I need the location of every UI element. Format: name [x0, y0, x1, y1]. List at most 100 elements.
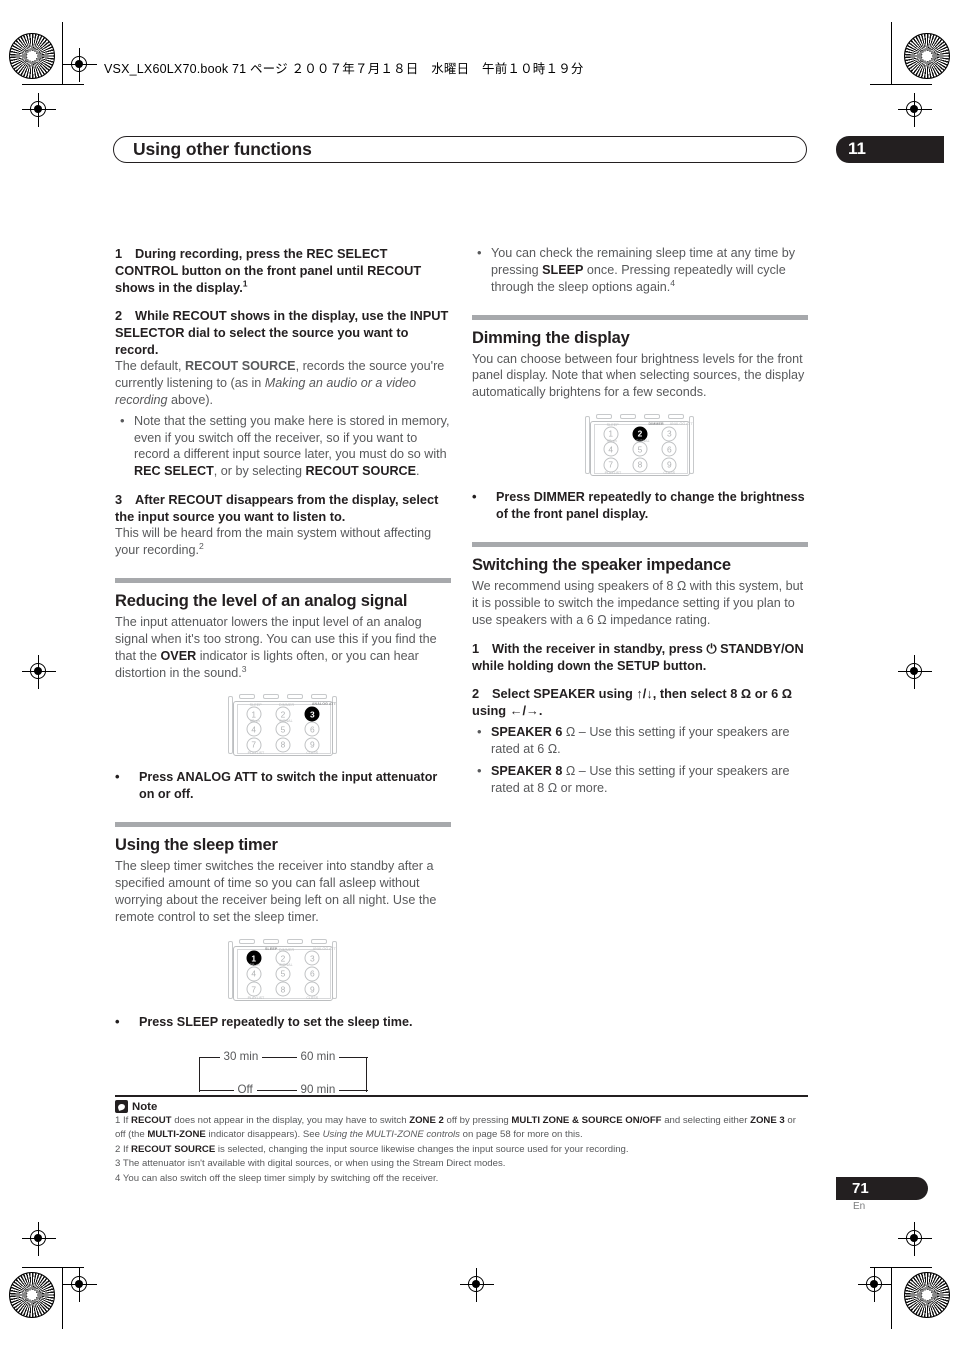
remote-key-9: CLASS 9 [298, 981, 327, 1000]
remote-key-8: 8 [625, 457, 654, 473]
speaker-6-ohm: Ω [562, 724, 576, 739]
remote-key-5: SIGNAL 5 [268, 963, 297, 982]
print-star-target-bottomleft [9, 1272, 55, 1318]
analog-footnote-ref: 3 [241, 663, 247, 674]
impedance-step-2: 2 Select SPEAKER using ↑/↓, then select 8… [472, 685, 793, 718]
heading-reducing-analog-signal: Reducing the level of an analog signal [115, 592, 408, 610]
impedance-body: We recommend using speakers of 8 Ω with … [472, 578, 804, 627]
chapter-title: Using other functions [133, 139, 312, 159]
remote-key-7-circle: 7 [246, 737, 262, 753]
section-rule-dimming [472, 314, 808, 320]
cycle-line-left [198, 1056, 201, 1092]
step-1-number: 1 [115, 246, 123, 261]
speaker-6-bold: SPEAKER 6 [491, 724, 563, 739]
remote-key-6-circle: 6 [304, 721, 320, 737]
footnote-4: 4 You can also switch off the sleep time… [115, 1172, 808, 1186]
remote-top-buttons [592, 414, 688, 421]
analog-bullet-list: Press ANALOG ATT to switch the input att… [115, 768, 451, 803]
heading-dimming-display: Dimming the display [472, 328, 630, 347]
registration-mark-righttop [898, 93, 932, 127]
cycle-line-right [365, 1056, 368, 1092]
remote-key-4-circle: 4 [246, 721, 262, 737]
registration-mark-topleft [63, 48, 97, 82]
remote-key-8-circle: 8 [275, 981, 291, 997]
remote-key-3-circle: 3 [304, 706, 320, 722]
impedance-step-1-number: 1 [472, 640, 480, 656]
remote-key-7-circle: 7 [246, 981, 262, 997]
step-1-text: During recording, press the REC SELECT C… [115, 246, 422, 296]
step-3-listen: 3 After RECOUT disappears from the displa… [115, 491, 451, 525]
list-item: Press ANALOG ATT to switch the input att… [115, 768, 451, 803]
step-3-body: This will be heard from the main system … [115, 525, 451, 559]
power-icon: ⏻ [706, 640, 717, 656]
step-2-body-pre: The default, [115, 359, 186, 374]
step-3-text: After RECOUT disappears from the display… [115, 492, 439, 525]
bullet-bold-2: RECOUT SOURCE [305, 464, 417, 479]
remote-key-7: PLAYLIST 7 [239, 981, 268, 1000]
arrow-up-icon: ↑ [636, 685, 643, 701]
remote-key-9: CLASS 9 [655, 457, 684, 475]
remote-key-6: 6 [298, 721, 327, 737]
footnote-2-p2: is selected, changing the input source l… [215, 1143, 629, 1155]
speaker-8-ohm: Ω [562, 764, 576, 779]
note-icon [115, 1100, 128, 1114]
remote-key-8: 8 [268, 737, 297, 753]
dimmer-bullet-list: Press DIMMER repeatedly to change the br… [472, 488, 808, 523]
analog-body: The input attenuator lowers the input le… [115, 614, 451, 682]
cycle-label-30min: 30 min [219, 1049, 263, 1063]
remote-top-buttons [235, 694, 331, 701]
remote-keypad: SLEEP 1 DIMMER 2 ANALOG ATT 3 SB ch 4 SIGNAL… [239, 703, 336, 755]
cycle-line-bottom [198, 1089, 368, 1092]
step-2-recout: 2 While RECOUT shows in the display, use … [115, 307, 451, 358]
remote-key-6: 6 [655, 441, 684, 457]
footnote-1-b3: MULTI ZONE & SOURCE ON/OFF [511, 1115, 662, 1127]
registration-mark-leftmid [22, 655, 56, 689]
footnote-3-number: 3 [115, 1158, 121, 1170]
chapter-number: 11 [848, 139, 866, 158]
footnote-1-number: 1 [115, 1115, 121, 1127]
bullet-pre: Note that the setting you make here is s… [134, 413, 450, 462]
footnote-4-number: 4 [115, 1172, 121, 1184]
speaker-8-bold: SPEAKER 8 [491, 764, 563, 779]
footnote-1-b5: MULTI-ZONE [147, 1129, 206, 1140]
sleep-check-footnote-ref: 4 [670, 277, 676, 288]
book-header-line: VSX_LX60LX70.book 71 ページ ２００７年７月１８日 水曜日 … [104, 62, 584, 76]
remote-key-8-circle: 8 [275, 737, 291, 753]
remote-keypad: SLEEP 1 DIMMER 2 ANALOG ATT 3 SB ch 4 SIGNAL… [596, 422, 693, 476]
remote-key-4: SB ch 4 [239, 719, 268, 737]
footnote-1-p6: indicator disappears). See [205, 1129, 323, 1140]
list-item: Press SLEEP repeatedly to set the sleep … [115, 1013, 451, 1031]
crop-line-top-right-v [891, 22, 892, 84]
remote-key-5-circle: 5 [632, 441, 648, 457]
remote-key-5: SIGNAL 5 [268, 719, 297, 737]
step-3-footnote-ref: 2 [199, 540, 204, 551]
step-1-recording: 1 During recording, press the REC SELECT … [115, 245, 451, 296]
remote-key-4: SB ch 4 [596, 439, 625, 457]
sleep-bullet-list: Press SLEEP repeatedly to set the sleep … [115, 1013, 451, 1031]
section-rule-analog [115, 578, 451, 583]
sleep-check-bullet-list: You can check the remaining sleep time a… [472, 244, 808, 296]
step-2-number: 2 [115, 308, 123, 324]
remote-key-6-circle: 6 [304, 966, 320, 982]
remote-key-5-circle: 5 [275, 966, 291, 982]
footnote-1-p4: and selecting either [661, 1115, 751, 1127]
impedance-bullet-list: SPEAKER 6 Ω – Use this setting if your s… [472, 723, 808, 798]
remote-keypad: SLEEP 1 DIMMER 2 ANALOG ATT 3 SB ch 4 SIGNAL… [239, 947, 336, 1000]
heading-switching-speaker-impedance: Switching the speaker impedance [472, 555, 731, 574]
remote-key-7-label: PLAYLIST [604, 471, 622, 476]
impedance-step-1-pre: With the receiver in standby, press [492, 640, 707, 656]
footnote-2-p1: If [123, 1143, 132, 1155]
list-item: SPEAKER 8 Ω – Use this setting if your s… [472, 762, 808, 797]
analog-body-bold: OVER [160, 648, 197, 663]
arrow-right-icon: → [526, 702, 539, 718]
left-column: 1 During recording, press the REC SELECT … [115, 245, 451, 1103]
remote-top-buttons [235, 938, 331, 946]
remote-key-9-circle: 9 [304, 981, 320, 997]
note-rule [115, 1095, 808, 1098]
remote-key-7: PLAYLIST 7 [239, 737, 268, 755]
remote-key-3-circle: 3 [304, 950, 320, 966]
bullet-post: . [416, 464, 420, 479]
registration-mark-rightbottom [898, 1222, 932, 1256]
registration-mark-lefttop [22, 93, 56, 127]
remote-figure-dimmer: SLEEP 1 DIMMER 2 ANALOG ATT 3 SB ch 4 SIGNAL… [584, 414, 696, 477]
